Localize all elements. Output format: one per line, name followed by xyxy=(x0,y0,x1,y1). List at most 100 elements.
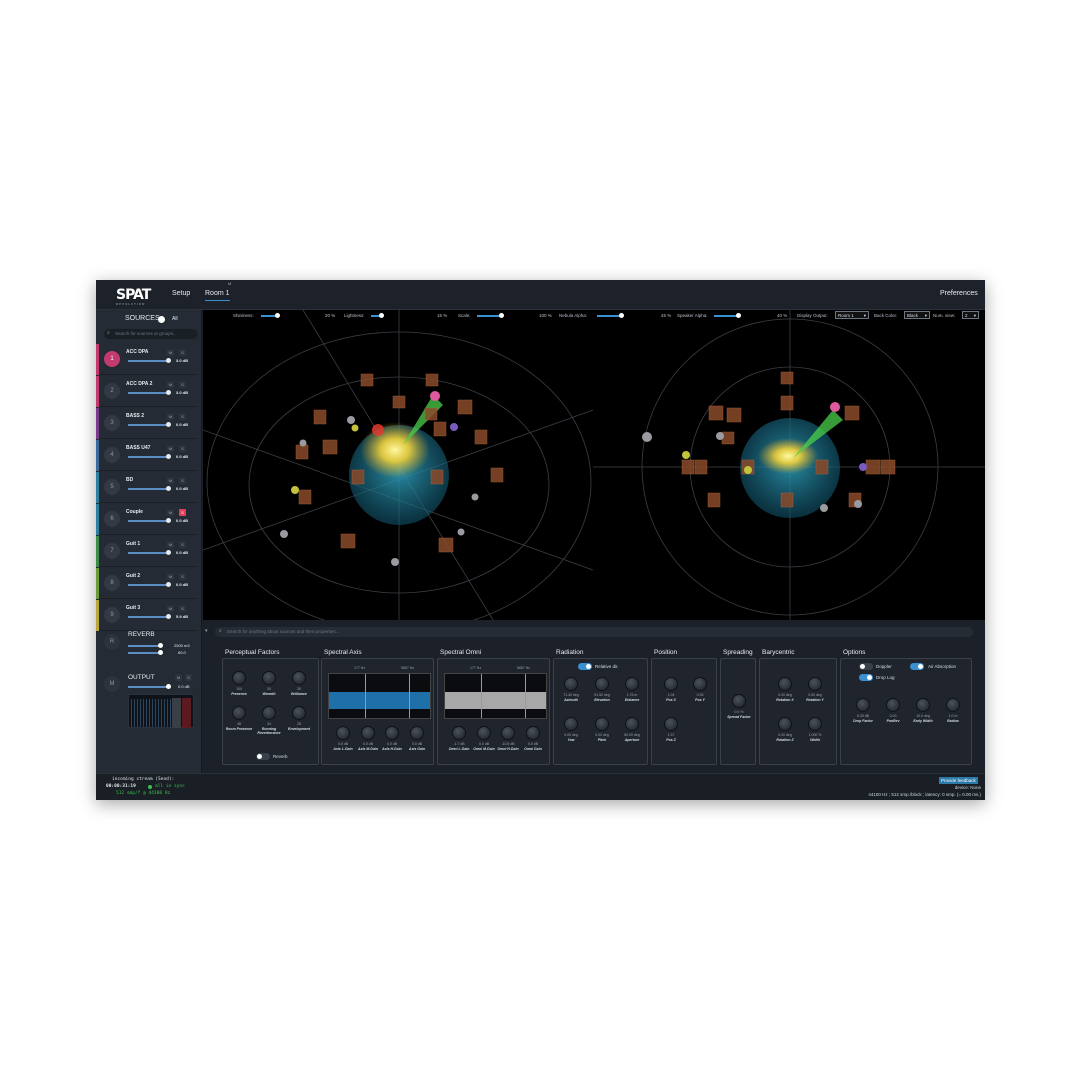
reverb-toggle[interactable] xyxy=(256,753,270,760)
source-gain-handle[interactable] xyxy=(166,614,171,619)
properties-search-input[interactable]: ⌕ Search for anything about sources and … xyxy=(215,627,973,637)
knob[interactable] xyxy=(232,671,246,685)
mute-button[interactable]: M xyxy=(167,381,174,388)
nebula-alpha-slider[interactable] xyxy=(597,315,621,317)
solo-button[interactable]: S xyxy=(179,477,186,484)
source-gain-slider[interactable] xyxy=(128,616,168,618)
source-gain-slider[interactable] xyxy=(128,424,168,426)
knob[interactable] xyxy=(732,694,746,708)
source-gain-slider[interactable] xyxy=(128,584,168,586)
knob[interactable] xyxy=(778,717,792,731)
source-row[interactable]: 8 Guit 2 M S 0.0 dB xyxy=(96,568,198,599)
mute-button[interactable]: M xyxy=(167,541,174,548)
knob[interactable] xyxy=(595,677,609,691)
source-gain-handle[interactable] xyxy=(166,454,171,459)
3d-viewport[interactable]: Shininess: 20 % Lightness: 15 % Scale: 1… xyxy=(203,310,985,620)
shininess-handle[interactable] xyxy=(275,313,280,318)
mute-button[interactable]: M xyxy=(167,445,174,452)
knob[interactable] xyxy=(452,726,466,740)
knob[interactable] xyxy=(693,677,707,691)
output-gain-slider[interactable] xyxy=(128,686,168,688)
back-color-select[interactable]: Black ▾ xyxy=(904,311,930,319)
source-number[interactable]: 4 xyxy=(104,447,120,463)
mute-button[interactable]: M xyxy=(167,349,174,356)
source-gain-handle[interactable] xyxy=(166,422,171,427)
preferences-button[interactable]: Preferences xyxy=(940,290,978,297)
source-number[interactable]: 3 xyxy=(104,415,120,431)
knob[interactable] xyxy=(856,698,870,712)
mute-button[interactable]: M xyxy=(167,573,174,580)
knob[interactable] xyxy=(595,717,609,731)
source-number[interactable]: 1 xyxy=(104,351,120,367)
knob[interactable] xyxy=(946,698,960,712)
knob[interactable] xyxy=(526,726,540,740)
reverb-room-handle[interactable] xyxy=(158,650,163,655)
source-gain-slider[interactable] xyxy=(128,392,168,394)
sources-all-toggle[interactable] xyxy=(158,316,165,323)
scale-slider[interactable] xyxy=(477,315,501,317)
source-row[interactable]: 2 ACC DPA 2 M S 3.0 dB xyxy=(96,376,198,407)
speaker-alpha-handle[interactable] xyxy=(736,313,741,318)
source-number[interactable]: 7 xyxy=(104,543,120,559)
knob[interactable] xyxy=(410,726,424,740)
scale-handle[interactable] xyxy=(499,313,504,318)
num-view-select[interactable]: 2 ▾ xyxy=(962,311,979,319)
mute-button[interactable]: M xyxy=(167,509,174,516)
source-row[interactable]: 1 ACC DPA M S 3.0 dB xyxy=(96,344,198,375)
knob[interactable] xyxy=(808,677,822,691)
source-row[interactable]: 3 BASS 2 M S 0.0 dB xyxy=(96,408,198,439)
sources-search-input[interactable]: ⌕ Search for sources or groups... xyxy=(104,329,198,339)
source-gain-handle[interactable] xyxy=(166,486,171,491)
source-number[interactable]: 5 xyxy=(104,479,120,495)
solo-button[interactable]: S xyxy=(179,349,186,356)
output-gain-handle[interactable] xyxy=(166,684,171,689)
solo-button[interactable]: S xyxy=(179,605,186,612)
source-row[interactable]: 6 Couple M S 0.0 dB xyxy=(96,504,198,535)
source-row[interactable]: 9 Guit 3 M S 5.9 dB xyxy=(96,600,198,631)
lightness-handle[interactable] xyxy=(379,313,384,318)
source-number[interactable]: 9 xyxy=(104,607,120,623)
source-gain-slider[interactable] xyxy=(128,520,168,522)
collapse-chevron-icon[interactable]: ▾ xyxy=(205,628,208,634)
nebula-alpha-handle[interactable] xyxy=(619,313,624,318)
solo-button[interactable]: S xyxy=(179,541,186,548)
source-gain-handle[interactable] xyxy=(166,518,171,523)
knob[interactable] xyxy=(292,671,306,685)
knob[interactable] xyxy=(808,717,822,731)
knob[interactable] xyxy=(625,677,639,691)
mute-button[interactable]: M xyxy=(167,605,174,612)
relative-dir-toggle[interactable] xyxy=(578,663,592,670)
reverb-volume-slider[interactable] xyxy=(128,645,160,647)
source-gain-handle[interactable] xyxy=(166,390,171,395)
source-gain-slider[interactable] xyxy=(128,360,168,362)
doppler-toggle[interactable] xyxy=(859,663,873,670)
knob[interactable] xyxy=(916,698,930,712)
knob[interactable] xyxy=(886,698,900,712)
mute-button[interactable]: M xyxy=(167,413,174,420)
knob[interactable] xyxy=(477,726,491,740)
source-gain-slider[interactable] xyxy=(128,552,168,554)
solo-button[interactable]: S xyxy=(179,445,186,452)
solo-button[interactable]: S xyxy=(179,509,186,516)
knob[interactable] xyxy=(664,717,678,731)
solo-button[interactable]: S xyxy=(179,413,186,420)
spectral-axis-eq[interactable] xyxy=(328,673,431,719)
air-absorption-toggle[interactable] xyxy=(910,663,924,670)
solo-button[interactable]: S xyxy=(179,573,186,580)
mute-button[interactable]: M xyxy=(167,477,174,484)
knob[interactable] xyxy=(385,726,399,740)
knob[interactable] xyxy=(262,671,276,685)
provide-feedback-button[interactable]: Provide feedback xyxy=(939,777,978,784)
knob[interactable] xyxy=(292,706,306,720)
knob[interactable] xyxy=(778,677,792,691)
tab-setup[interactable]: Setup xyxy=(172,290,190,297)
source-gain-handle[interactable] xyxy=(166,550,171,555)
knob[interactable] xyxy=(361,726,375,740)
knob[interactable] xyxy=(336,726,350,740)
knob[interactable] xyxy=(232,706,246,720)
display-output-select[interactable]: Room 1 ▾ xyxy=(835,311,869,319)
source-gain-handle[interactable] xyxy=(166,358,171,363)
knob[interactable] xyxy=(664,677,678,691)
source-number[interactable]: 8 xyxy=(104,575,120,591)
source-gain-slider[interactable] xyxy=(128,488,168,490)
